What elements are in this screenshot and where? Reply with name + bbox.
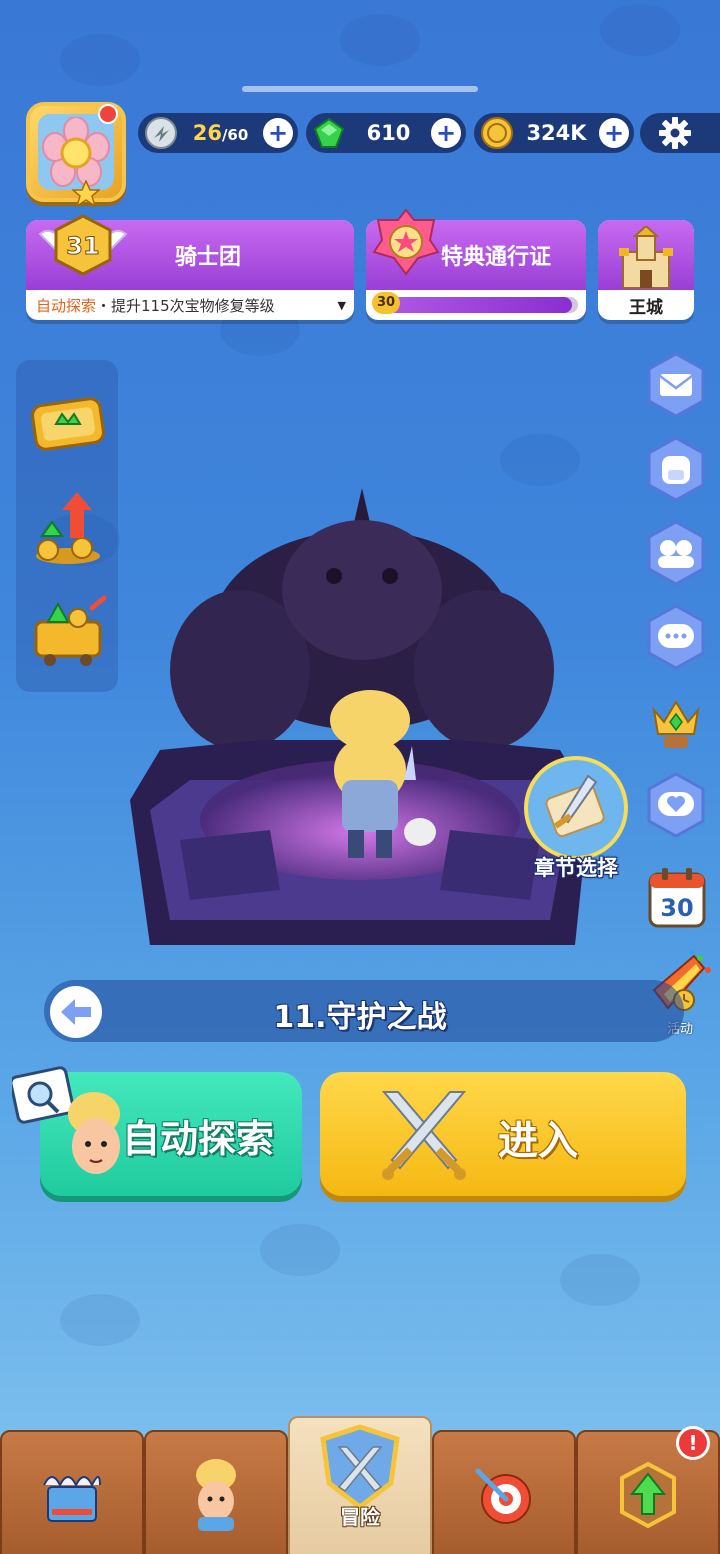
hero-magnifier-icon xyxy=(12,1066,120,1174)
coin-icon xyxy=(481,117,513,149)
favorites-button[interactable] xyxy=(646,772,706,838)
energy-max: /60 xyxy=(221,126,249,144)
backpack-button[interactable] xyxy=(646,436,706,502)
tab-hero[interactable] xyxy=(144,1430,288,1554)
calendar-day: 30 xyxy=(660,894,693,922)
hero-portrait-icon xyxy=(196,1459,236,1531)
friends-button[interactable] xyxy=(646,520,706,586)
left-offer-panel xyxy=(16,360,118,692)
knights-level-badge: 31 xyxy=(38,214,128,276)
tab-adventure-label: 冒险 xyxy=(340,1505,380,1529)
notification-dot xyxy=(98,104,118,124)
gem-count: 610 xyxy=(366,121,411,145)
previous-level-button[interactable] xyxy=(50,986,102,1038)
enter-level-button[interactable]: 进入 xyxy=(320,1072,686,1196)
knights-subtitle: 自动探索 ・提升115次宝物修复等级 ▼ xyxy=(26,290,354,320)
tab-shop[interactable] xyxy=(0,1430,144,1554)
scroll-sword-icon xyxy=(545,774,605,837)
knights-sub-accent: 自动探索 xyxy=(36,296,97,315)
gear-icon xyxy=(659,117,691,149)
coin-count: 324K xyxy=(526,121,587,145)
crossed-swords-icon xyxy=(381,1091,467,1180)
adventure-shield-icon xyxy=(320,1424,400,1511)
tab-upgrade[interactable]: ! xyxy=(576,1426,720,1554)
crown-trophy-icon xyxy=(652,700,700,748)
treasure-cart-offer-icon[interactable] xyxy=(26,588,110,672)
drag-handle[interactable] xyxy=(242,86,478,92)
chapter-select-label: 章节选择 xyxy=(534,856,618,880)
castle-banner[interactable]: 王城 xyxy=(598,220,694,320)
dropdown-arrow-icon: ▼ xyxy=(337,298,346,312)
knights-level: 31 xyxy=(66,232,99,260)
daily-calendar-button[interactable]: 30 xyxy=(648,866,706,928)
tab-battle[interactable] xyxy=(432,1430,576,1554)
castle-label: 王城 xyxy=(629,297,663,318)
upgrade-arrow-icon xyxy=(620,1461,676,1529)
pass-level: 30 xyxy=(372,292,400,314)
shop-stall-icon xyxy=(43,1476,101,1522)
auto-explore-label: 自动探索 xyxy=(122,1117,275,1161)
crown-ticket-offer-icon[interactable] xyxy=(26,380,110,464)
chapter-select-button[interactable] xyxy=(524,756,628,860)
energy-current: 26 xyxy=(192,121,222,145)
mail-button[interactable] xyxy=(646,352,706,418)
gem-icon xyxy=(313,117,345,148)
flower-avatar-icon xyxy=(38,114,114,190)
friends-icon xyxy=(660,540,676,556)
castle-icon xyxy=(598,220,694,290)
tab-adventure[interactable]: 冒险 xyxy=(288,1416,432,1554)
coin-counter: 324K + xyxy=(474,113,634,153)
gem-counter: 610 + xyxy=(306,113,466,153)
knights-sub-text: ・提升115次宝物修复等级 xyxy=(96,296,275,315)
ranking-button[interactable] xyxy=(646,688,706,754)
level-title: 11.守护之战 xyxy=(273,1000,447,1035)
energy-counter: 26/60 + xyxy=(138,113,298,153)
target-dart-icon xyxy=(475,1468,531,1524)
growth-upgrade-offer-icon[interactable] xyxy=(26,486,110,570)
bottom-navigation: 冒险 ! xyxy=(0,1416,720,1554)
settings-button[interactable] xyxy=(640,113,720,153)
energy-orb-icon xyxy=(145,117,177,149)
star-icon xyxy=(72,180,100,208)
chat-button[interactable] xyxy=(646,604,706,670)
enter-level-label: 进入 xyxy=(498,1118,578,1164)
calendar-icon: 30 xyxy=(648,868,706,928)
add-energy-button[interactable]: + xyxy=(263,118,293,148)
add-coins-button[interactable]: + xyxy=(599,118,629,148)
upgrade-alert-badge: ! xyxy=(676,1426,710,1460)
pass-progress-fill xyxy=(374,297,572,313)
pass-star-emblem-icon xyxy=(372,208,440,276)
arrow-left-icon xyxy=(61,999,91,1025)
add-gems-button[interactable]: + xyxy=(431,118,461,148)
envelope-icon xyxy=(660,374,692,396)
